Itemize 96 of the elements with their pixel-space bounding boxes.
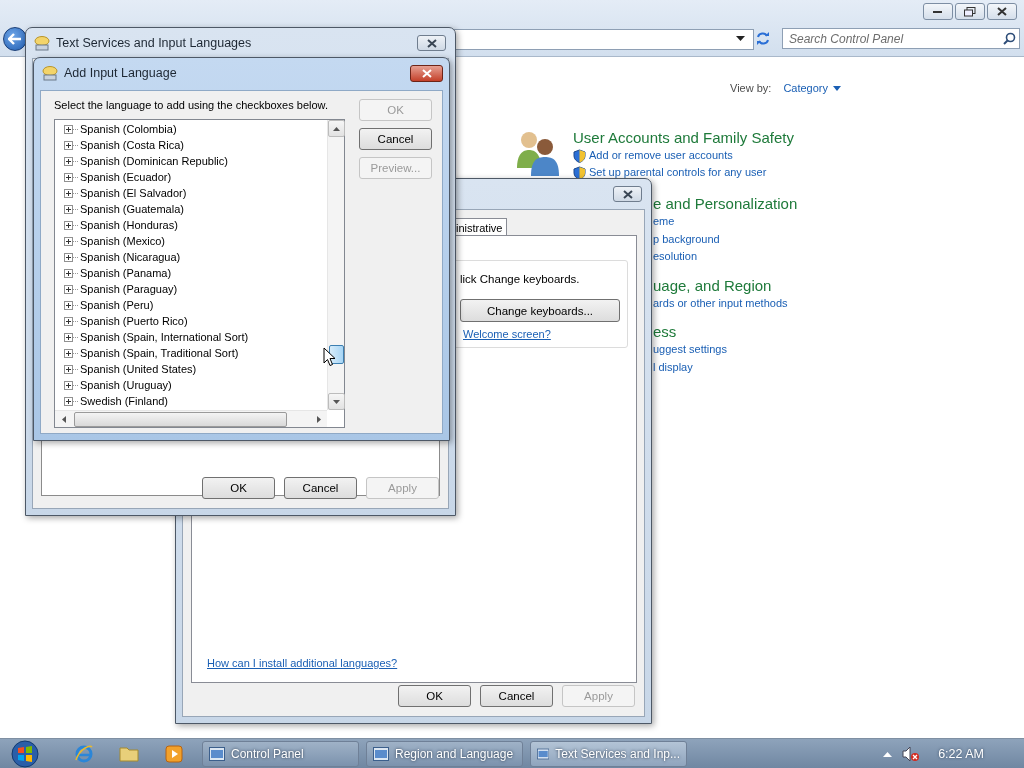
expand-icon[interactable] [64, 332, 78, 342]
task-link[interactable]: ards or other input methods [653, 294, 798, 312]
right-arrow-icon[interactable] [316, 415, 321, 423]
scrollbar-thumb[interactable] [74, 411, 287, 427]
tree-item[interactable]: Spanish (Dominican Republic) [79, 155, 228, 167]
close-icon[interactable] [997, 7, 1007, 16]
restore-icon[interactable] [964, 6, 976, 17]
tree-item[interactable]: Spanish (Nicaragua) [79, 251, 181, 263]
category-heading[interactable]: User Accounts and Family Safety [573, 128, 794, 147]
task-link[interactable]: Set up parental controls for any user [589, 164, 767, 181]
tree-item[interactable]: Spanish (Puerto Rico) [79, 315, 188, 327]
task-link[interactable]: esolution [653, 248, 798, 266]
category-heading[interactable]: e and Personalization [653, 194, 798, 213]
left-arrow-icon[interactable] [61, 415, 66, 423]
instruction-text: lick Change keyboards. [460, 273, 580, 285]
task-link[interactable]: Add or remove user accounts [589, 147, 733, 164]
task-link[interactable]: p background [653, 230, 798, 248]
tree-item[interactable]: Spanish (Costa Rica) [79, 139, 184, 151]
minimize-button[interactable] [923, 3, 953, 20]
window-title: Add Input Language [64, 66, 177, 80]
media-player-icon[interactable] [162, 742, 186, 766]
task-link[interactable]: eme [653, 213, 798, 231]
dialog-button[interactable]: OK [202, 477, 275, 499]
view-by-dropdown[interactable]: Category [783, 82, 841, 94]
expand-icon[interactable] [64, 396, 78, 406]
scroll-up-button[interactable] [328, 120, 345, 137]
back-arrow-icon[interactable] [8, 33, 22, 45]
close-button[interactable] [417, 35, 446, 51]
expand-icon[interactable] [64, 124, 78, 134]
window-title: Text Services and Input Languages [56, 36, 252, 50]
tree-item[interactable]: Spanish (El Salvador) [79, 187, 187, 199]
dropdown-arrow-icon[interactable] [736, 36, 745, 41]
tree-item[interactable]: Spanish (Colombia) [79, 123, 177, 135]
tree-item[interactable]: Spanish (Mexico) [79, 235, 165, 247]
speaker-muted-icon[interactable] [902, 746, 921, 762]
expand-icon[interactable] [64, 364, 78, 374]
clock: 6:22 AM [938, 747, 984, 761]
close-button[interactable] [410, 64, 443, 82]
up-arrow-icon[interactable] [333, 126, 340, 131]
window-icon[interactable] [209, 747, 225, 761]
dialog-button[interactable]: Cancel [359, 128, 432, 150]
expand-icon[interactable] [64, 156, 78, 166]
expand-icon[interactable] [64, 236, 78, 246]
dialog-button[interactable]: Cancel [284, 477, 357, 499]
search-field[interactable]: Search Control Panel [782, 28, 1020, 49]
expand-icon[interactable] [64, 204, 78, 214]
task-link[interactable]: l display [653, 358, 798, 376]
category-heading[interactable]: ess [653, 322, 798, 341]
instruction-text: Select the language to add using the checkboxes below. [54, 99, 329, 111]
change-keyboards-button[interactable]: Change keyboards... [460, 299, 620, 322]
tree-item[interactable]: Spanish (Honduras) [79, 219, 178, 231]
restore-button[interactable] [955, 3, 985, 20]
expand-icon[interactable] [64, 172, 78, 182]
tree-item[interactable]: Spanish (Panama) [79, 267, 172, 279]
mouse-cursor-icon [323, 347, 336, 367]
tree-item[interactable]: Spanish (Peru) [79, 299, 154, 311]
close-button[interactable] [613, 186, 642, 202]
caret-icon[interactable] [833, 85, 841, 91]
window-icon[interactable] [537, 747, 550, 761]
shield-icon [573, 148, 586, 163]
dialog-button[interactable]: Cancel [480, 685, 553, 707]
expand-icon[interactable] [64, 252, 78, 262]
tree-item[interactable]: Spanish (Ecuador) [79, 171, 172, 183]
close-icon[interactable] [426, 38, 437, 48]
expand-icon[interactable] [64, 284, 78, 294]
view-by-label: View by: [730, 82, 772, 94]
help-link[interactable]: How can I install additional languages? [207, 657, 398, 669]
expand-icon[interactable] [64, 380, 78, 390]
expand-icon[interactable] [64, 300, 78, 310]
tree-item[interactable]: Spanish (United States) [79, 363, 197, 375]
down-arrow-icon[interactable] [333, 399, 340, 404]
tree-item[interactable]: Swedish (Finland) [79, 395, 169, 407]
help-link[interactable]: Welcome screen? [463, 328, 551, 340]
search-icon[interactable] [1003, 32, 1016, 45]
expand-icon[interactable] [64, 316, 78, 326]
expand-icon[interactable] [64, 220, 78, 230]
tree-item[interactable]: Spanish (Guatemala) [79, 203, 184, 215]
expand-icon[interactable] [64, 268, 78, 278]
expand-icon[interactable] [64, 140, 78, 150]
tree-item[interactable]: Spanish (Paraguay) [79, 283, 178, 295]
show-hidden-icons-icon[interactable] [883, 751, 893, 757]
expand-icon[interactable] [64, 348, 78, 358]
dialog-tab[interactable]: inistrative [455, 218, 508, 236]
close-button[interactable] [987, 3, 1017, 20]
tree-item[interactable]: Spanish (Uruguay) [79, 379, 172, 391]
dialog-button[interactable]: OK [398, 685, 471, 707]
tree-item[interactable]: Spanish (Spain, International Sort) [79, 331, 249, 343]
language-tree[interactable] [54, 119, 345, 428]
close-icon[interactable] [622, 189, 633, 199]
expand-icon[interactable] [64, 188, 78, 198]
task-link[interactable]: uggest settings [653, 341, 798, 359]
category-heading[interactable]: uage, and Region [653, 275, 798, 295]
scroll-down-button[interactable] [328, 393, 345, 410]
window-icon[interactable] [373, 747, 389, 761]
tree-item[interactable]: Spanish (Spain, Traditional Sort) [79, 347, 239, 359]
refresh-icon[interactable] [755, 31, 771, 46]
